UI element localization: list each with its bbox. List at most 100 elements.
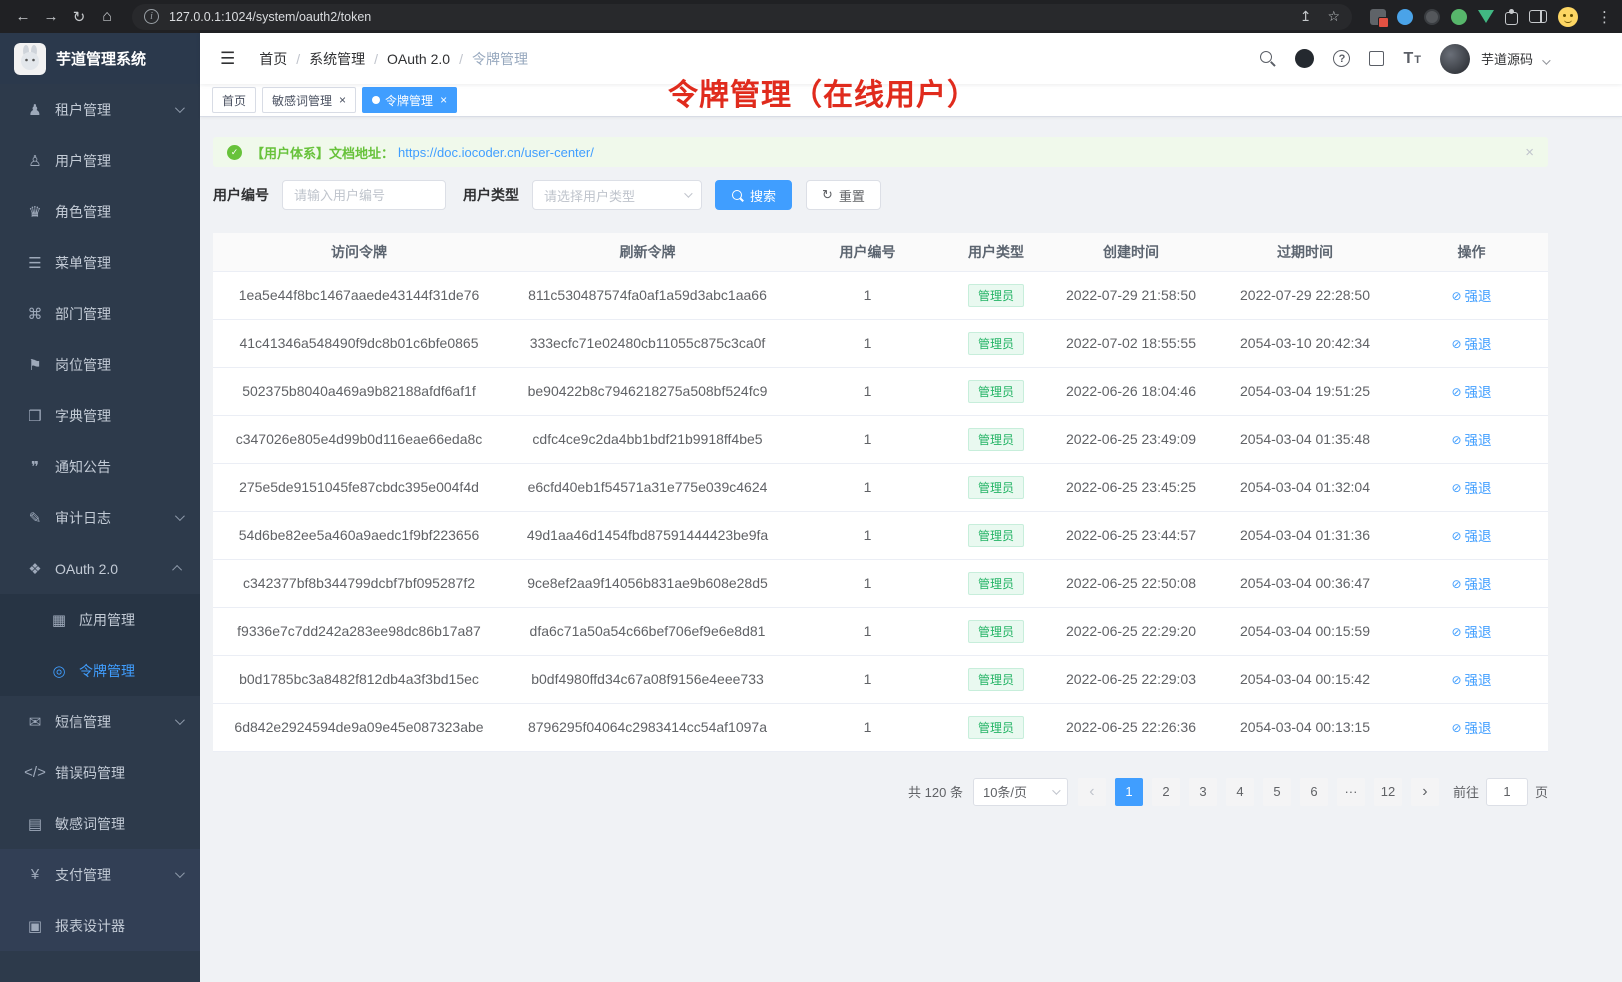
sidebar-item-notice[interactable]: ❞通知公告 — [0, 441, 200, 492]
user-type-select[interactable]: 请选择用户类型 — [532, 180, 702, 210]
breadcrumb-item[interactable]: 令牌管理 — [472, 49, 528, 69]
sidebar-item-dict[interactable]: ❒字典管理 — [0, 390, 200, 441]
site-info-icon[interactable] — [144, 9, 159, 24]
breadcrumb-separator: / — [296, 51, 300, 67]
alert-text: 【用户体系】文档地址： — [251, 143, 394, 162]
force-logout-link[interactable]: 强退 — [1451, 429, 1491, 449]
access-token-cell: 6d842e2924594de9a09e45e087323abe — [213, 703, 505, 751]
token-table: 访问令牌刷新令牌用户编号用户类型创建时间过期时间操作 1ea5e44f8bc14… — [213, 233, 1548, 752]
browser-home-icon[interactable] — [94, 4, 120, 30]
force-logout-link[interactable]: 强退 — [1451, 621, 1491, 641]
alert-close-icon[interactable] — [1525, 144, 1534, 161]
extension-icon[interactable] — [1451, 9, 1467, 25]
page-button[interactable]: 2 — [1152, 778, 1180, 806]
prev-page-button[interactable] — [1078, 778, 1106, 806]
browser-back-icon[interactable] — [10, 4, 36, 30]
browser-menu-icon[interactable] — [1597, 8, 1612, 26]
search-button[interactable]: 搜索 — [715, 180, 792, 210]
sidebar-item-dept[interactable]: ⌘部门管理 — [0, 288, 200, 339]
goto-page: 前往 页 — [1453, 778, 1548, 806]
sidebar-item-oauth2[interactable]: ❖OAuth 2.0 — [0, 543, 200, 594]
goto-label: 前往 — [1453, 782, 1479, 801]
page-button[interactable]: 1 — [1115, 778, 1143, 806]
sidebar-item-pay[interactable]: ¥支付管理 — [0, 849, 200, 900]
sidebar-item-tenant[interactable]: ♟租户管理 — [0, 84, 200, 135]
user-id-input[interactable] — [282, 180, 446, 210]
force-logout-link[interactable]: 强退 — [1451, 717, 1491, 737]
font-size-icon[interactable] — [1403, 50, 1421, 68]
sidebar-item-error-code[interactable]: </>错误码管理 — [0, 747, 200, 798]
sidebar-item-role[interactable]: ♛角色管理 — [0, 186, 200, 237]
doc-link[interactable]: https://doc.iocoder.cn/user-center/ — [398, 145, 594, 160]
sidebar-item-audit-log[interactable]: ✎审计日志 — [0, 492, 200, 543]
breadcrumb-item[interactable]: 首页 — [259, 49, 287, 69]
tab-token-management[interactable]: 令牌管理 — [362, 87, 457, 113]
extensions-menu-icon[interactable] — [1505, 12, 1518, 25]
force-logout-link[interactable]: 强退 — [1451, 525, 1491, 545]
user-id-cell: 1 — [790, 367, 945, 415]
bookmark-star-icon[interactable] — [1327, 8, 1340, 25]
page-button[interactable]: 12 — [1374, 778, 1402, 806]
chevron-down-icon — [1542, 56, 1550, 64]
more-pages-button[interactable]: ··· — [1337, 778, 1365, 806]
fullscreen-icon[interactable] — [1369, 51, 1384, 66]
page-size-select[interactable]: 10条/页 — [973, 778, 1068, 806]
search-icon[interactable] — [1259, 50, 1276, 67]
help-icon[interactable] — [1333, 50, 1350, 67]
sidebar-item-oauth2-token[interactable]: ◎令牌管理 — [0, 645, 200, 696]
page-button[interactable]: 5 — [1263, 778, 1291, 806]
breadcrumb-item[interactable]: OAuth 2.0 — [387, 51, 450, 67]
sidebar-item-post[interactable]: ⚑岗位管理 — [0, 339, 200, 390]
browser-forward-icon[interactable] — [38, 4, 64, 30]
user-type-tag: 管理员 — [968, 332, 1024, 355]
share-icon[interactable] — [1300, 8, 1312, 25]
sidebar-item-sms[interactable]: ✉短信管理 — [0, 696, 200, 747]
page-button[interactable]: 6 — [1300, 778, 1328, 806]
close-tab-icon[interactable] — [339, 93, 346, 107]
force-logout-link[interactable]: 强退 — [1451, 573, 1491, 593]
extension-icon[interactable] — [1370, 9, 1386, 25]
page-button[interactable]: 3 — [1189, 778, 1217, 806]
expire-time-cell: 2054-03-10 20:42:34 — [1215, 319, 1395, 367]
vue-devtools-icon[interactable] — [1478, 10, 1494, 23]
browser-profile-icon[interactable] — [1558, 7, 1578, 27]
force-logout-link[interactable]: 强退 — [1451, 477, 1491, 497]
breadcrumb-item[interactable]: 系统管理 — [309, 49, 365, 69]
sidebar-item-report-designer[interactable]: ▣报表设计器 — [0, 900, 200, 951]
extension-icon[interactable] — [1397, 9, 1413, 25]
table-row: 41c41346a548490f9dc8b01c6bfe0865333ecfc7… — [213, 319, 1548, 367]
report-designer-icon: ▣ — [24, 917, 46, 935]
breadcrumb-separator: / — [374, 51, 378, 67]
reset-button[interactable]: 重置 — [806, 180, 881, 210]
access-token-cell: 502375b8040a469a9b82188afdf6af1f — [213, 367, 505, 415]
sidebar-item-user[interactable]: ♙用户管理 — [0, 135, 200, 186]
force-logout-link[interactable]: 强退 — [1451, 285, 1491, 305]
goto-page-input[interactable] — [1486, 778, 1528, 806]
tab-sensitive-word[interactable]: 敏感词管理 — [262, 87, 356, 113]
next-page-button[interactable] — [1411, 778, 1439, 806]
sidebar-item-sensitive-word[interactable]: ▤敏感词管理 — [0, 798, 200, 849]
force-logout-link[interactable]: 强退 — [1451, 333, 1491, 353]
page-size-value: 10条/页 — [983, 782, 1027, 801]
sidebar-item-menu[interactable]: ☰菜单管理 — [0, 237, 200, 288]
notice-icon: ❞ — [24, 458, 46, 476]
tab-home[interactable]: 首页 — [212, 87, 256, 113]
collapse-sidebar-icon[interactable] — [212, 49, 243, 69]
active-tab-dot — [372, 96, 380, 104]
side-panel-icon[interactable] — [1529, 10, 1547, 23]
pay-icon: ¥ — [24, 866, 46, 883]
user-id-label: 用户编号 — [213, 185, 269, 205]
refresh-token-cell: 8796295f04064c2983414cc54af1097a — [505, 703, 790, 751]
github-icon[interactable] — [1295, 49, 1314, 68]
force-logout-link[interactable]: 强退 — [1451, 669, 1491, 689]
username[interactable]: 芋道源码 — [1481, 49, 1533, 68]
sidebar-item-oauth2-application[interactable]: ▦应用管理 — [0, 594, 200, 645]
delete-icon — [1451, 528, 1461, 543]
address-bar[interactable]: 127.0.0.1:1024/system/oauth2/token — [132, 4, 1352, 30]
extension-icon[interactable] — [1424, 9, 1440, 25]
avatar[interactable] — [1440, 44, 1470, 74]
close-tab-icon[interactable] — [440, 93, 447, 107]
browser-reload-icon[interactable] — [66, 4, 92, 30]
page-button[interactable]: 4 — [1226, 778, 1254, 806]
force-logout-link[interactable]: 强退 — [1451, 381, 1491, 401]
